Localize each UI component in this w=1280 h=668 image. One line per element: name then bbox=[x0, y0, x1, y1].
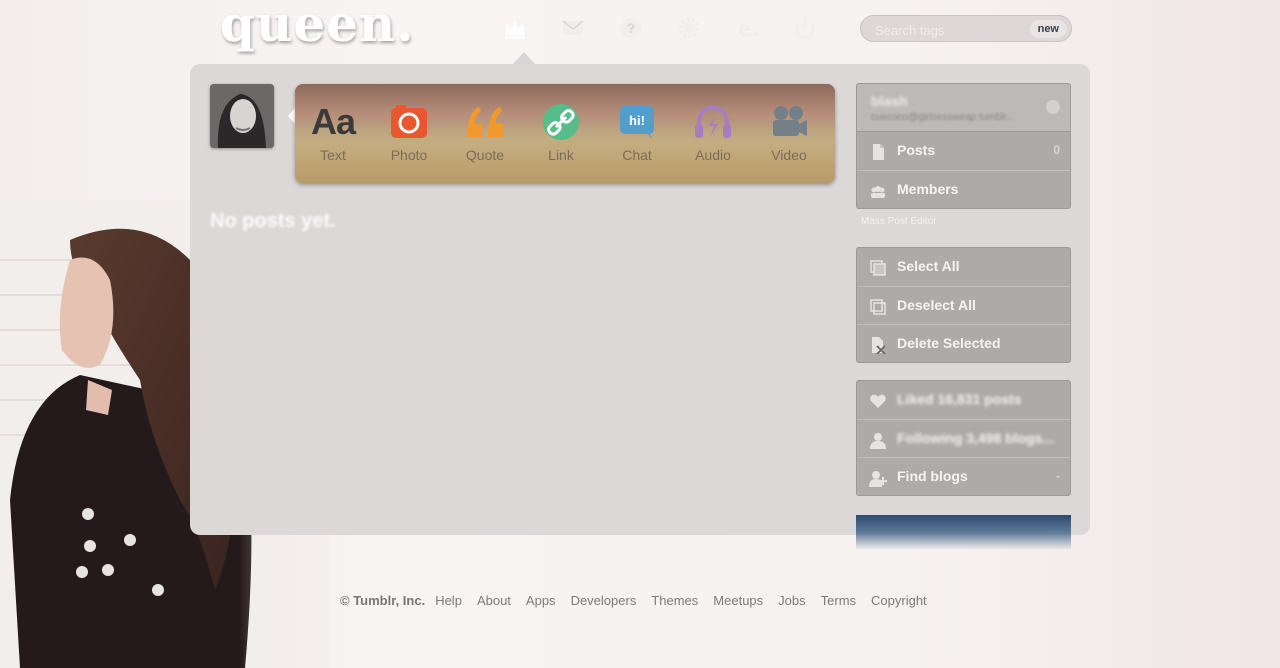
blog-name: blash bbox=[871, 93, 908, 109]
footer-link-jobs[interactable]: Jobs bbox=[778, 593, 805, 608]
blog-switcher[interactable]: blash cuecoco@girlsessweap.tumblr... bbox=[856, 83, 1071, 132]
mail-icon[interactable] bbox=[558, 13, 588, 43]
search-input[interactable] bbox=[873, 20, 1017, 40]
footer-copyright: © Tumblr, Inc. bbox=[340, 593, 426, 608]
post-type-text[interactable]: Aa Text bbox=[295, 84, 371, 183]
post-type-label: Photo bbox=[390, 147, 428, 163]
footer-link-apps[interactable]: Apps bbox=[526, 593, 556, 608]
search-new-button[interactable]: new bbox=[1029, 20, 1067, 38]
post-type-video[interactable]: Video bbox=[751, 84, 827, 183]
svg-text:e: e bbox=[738, 16, 752, 41]
footer-link-terms[interactable]: Terms bbox=[821, 593, 856, 608]
power-icon[interactable] bbox=[790, 13, 820, 43]
text-icon: Aa bbox=[310, 101, 356, 142]
sidebar-item-find-blogs[interactable]: Find blogs - bbox=[857, 457, 1070, 495]
gear-icon[interactable] bbox=[674, 13, 704, 43]
sidebar-item-label: Delete Selected bbox=[897, 335, 1001, 351]
blog-menu-icon[interactable] bbox=[1046, 100, 1060, 114]
account-menu: Liked 16,831 posts Following 3,498 blogs… bbox=[856, 380, 1071, 496]
sidebar-item-following[interactable]: Following 3,498 blogs... bbox=[857, 419, 1070, 457]
sidebar-item-posts[interactable]: Posts 0 bbox=[857, 132, 1070, 170]
empty-dashboard-message: No posts yet. bbox=[210, 210, 336, 232]
footer-link-developers[interactable]: Developers bbox=[571, 593, 637, 608]
footer: © Tumblr, Inc. Help About Apps Developer… bbox=[340, 593, 942, 608]
sidebar-item-label: Deselect All bbox=[897, 297, 976, 313]
nav-pointer bbox=[513, 52, 535, 64]
chat-icon: hi! bbox=[617, 102, 657, 142]
video-camera-icon bbox=[769, 102, 809, 142]
top-navigation: ? e bbox=[500, 8, 820, 48]
post-type-label: Link bbox=[548, 147, 574, 163]
help-icon[interactable]: ? bbox=[616, 13, 646, 43]
heart-icon bbox=[870, 394, 886, 408]
svg-text:hi!: hi! bbox=[629, 113, 645, 128]
document-icon bbox=[873, 144, 884, 160]
svg-text:?: ? bbox=[627, 20, 636, 36]
post-type-label: Video bbox=[771, 147, 807, 163]
blog-url: cuecoco@girlsessweap.tumblr... bbox=[871, 112, 1015, 123]
sidebar-item-deselect-all[interactable]: Deselect All bbox=[857, 286, 1070, 324]
delete-selected-icon bbox=[872, 337, 886, 354]
quote-icon bbox=[465, 102, 505, 142]
post-type-label: Chat bbox=[622, 147, 652, 163]
e-icon[interactable]: e bbox=[732, 13, 762, 43]
footer-link-help[interactable]: Help bbox=[435, 593, 462, 608]
post-type-photo[interactable]: Photo bbox=[371, 84, 447, 183]
sidebar-item-label: Find blogs bbox=[897, 468, 968, 484]
link-icon bbox=[541, 102, 581, 142]
person-icon bbox=[870, 433, 886, 449]
mass-post-editor-label: Mass Post Editor bbox=[861, 216, 937, 227]
sidebar-item-label: Liked 16,831 posts bbox=[897, 391, 1022, 407]
sidebar-item-likes[interactable]: Liked 16,831 posts bbox=[857, 381, 1070, 419]
avatar-image bbox=[210, 84, 274, 148]
footer-link-copyright[interactable]: Copyright bbox=[871, 593, 927, 608]
add-person-icon bbox=[869, 471, 887, 487]
avatar[interactable] bbox=[210, 84, 274, 148]
posts-count: 0 bbox=[1053, 143, 1060, 157]
post-type-audio[interactable]: Audio bbox=[675, 84, 751, 183]
blog-logo[interactable]: queen. bbox=[220, 0, 415, 53]
footer-link-about[interactable]: About bbox=[477, 593, 511, 608]
mass-post-editor-menu: Select All Deselect All Delete Selected bbox=[856, 247, 1071, 363]
sidebar-item-select-all[interactable]: Select All bbox=[857, 248, 1070, 286]
crown-icon[interactable] bbox=[500, 13, 530, 43]
sidebar-item-members[interactable]: Members bbox=[857, 170, 1070, 208]
post-type-label: Quote bbox=[465, 147, 505, 163]
members-icon bbox=[871, 186, 885, 198]
post-type-chat[interactable]: hi! Chat bbox=[599, 84, 675, 183]
footer-link-themes[interactable]: Themes bbox=[651, 593, 698, 608]
camera-icon bbox=[389, 102, 429, 142]
search-tags-box: new bbox=[860, 15, 1072, 42]
sidebar-promo-strip bbox=[856, 515, 1071, 550]
avatar-pointer bbox=[288, 108, 295, 124]
sidebar-item-label: Select All bbox=[897, 258, 960, 274]
sidebar-item-label: Posts bbox=[897, 142, 936, 158]
post-type-link[interactable]: Link bbox=[523, 84, 599, 183]
headphones-icon bbox=[693, 102, 733, 142]
sidebar-item-delete-selected[interactable]: Delete Selected bbox=[857, 324, 1070, 362]
blog-menu: Posts 0 Members bbox=[856, 131, 1071, 209]
post-type-bar: Aa Text Photo Quote Link hi! Chat Audio … bbox=[295, 84, 835, 183]
footer-link-meetups[interactable]: Meetups bbox=[713, 593, 763, 608]
deselect-all-icon bbox=[870, 299, 886, 315]
post-type-label: Text bbox=[320, 147, 346, 163]
find-blogs-count: - bbox=[1056, 469, 1060, 483]
sidebar-item-label: Members bbox=[897, 181, 959, 197]
select-all-icon bbox=[870, 260, 886, 276]
post-type-label: Audio bbox=[695, 147, 731, 163]
post-type-quote[interactable]: Quote bbox=[447, 84, 523, 183]
sidebar-item-label: Following 3,498 blogs... bbox=[897, 430, 1055, 446]
